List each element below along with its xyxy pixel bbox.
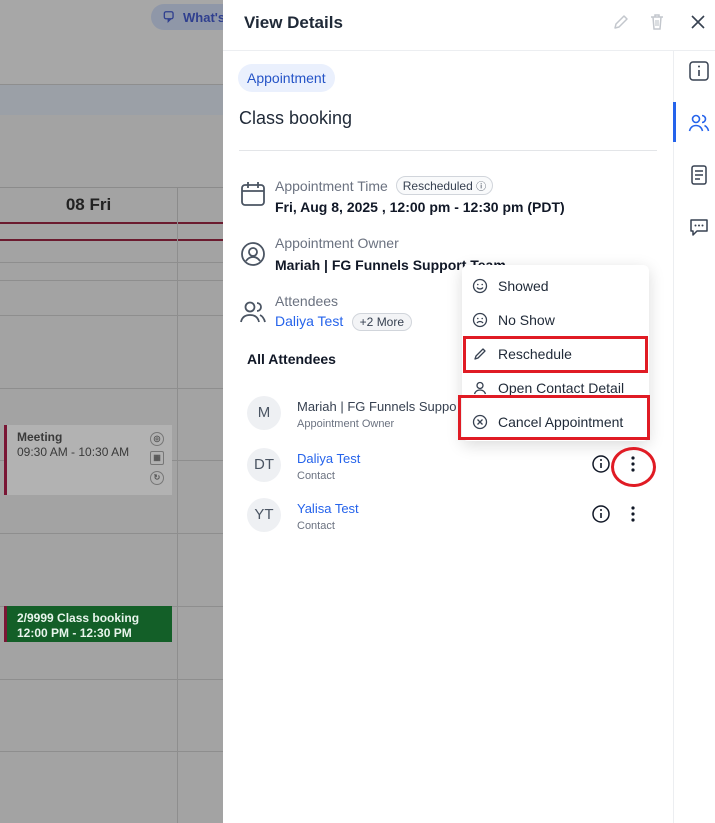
grid-line <box>0 315 223 316</box>
avatar: M <box>247 396 281 430</box>
chat-tab-icon[interactable] <box>688 216 710 238</box>
calendar-topbar: What's <box>0 0 223 85</box>
grid-line <box>0 679 223 680</box>
info-icon[interactable] <box>591 454 611 474</box>
calendar-event-meeting[interactable]: Meeting 09:30 AM - 10:30 AM ◎ ▦ ↻ <box>4 425 172 495</box>
highlight-reschedule <box>463 336 648 373</box>
attendee-row: DT Daliya Test Contact <box>247 448 667 488</box>
grid-line <box>0 533 223 534</box>
attendee-role: Contact <box>297 520 335 532</box>
smile-icon <box>472 278 488 294</box>
day-header: 08 Fri <box>0 187 223 223</box>
highlight-cancel-appointment <box>458 395 650 440</box>
edit-icon[interactable] <box>611 12 631 32</box>
avatar: DT <box>247 448 281 482</box>
attendee-row: YT Yalisa Test Contact <box>247 498 667 538</box>
menu-item-label: Showed <box>498 278 549 294</box>
appointment-time-label: Appointment Time Rescheduled ⓘ <box>275 176 494 195</box>
frown-icon <box>472 312 488 328</box>
current-time-line <box>0 239 223 241</box>
menu-item-label: Open Contact Detail <box>498 380 625 396</box>
panel-title: View Details <box>244 13 343 32</box>
recurring-icon: ↻ <box>150 471 164 485</box>
delete-icon[interactable] <box>647 12 667 32</box>
calendar-icon: ▦ <box>150 451 164 465</box>
attendee-link[interactable]: Daliya Test <box>275 313 343 329</box>
whats-new-label: What's <box>183 9 223 25</box>
notes-tab-icon[interactable] <box>688 164 710 186</box>
divider <box>239 150 657 151</box>
info-icon[interactable] <box>591 504 611 524</box>
current-time-line <box>0 222 223 224</box>
active-tab-indicator <box>673 102 676 142</box>
users-tab-icon[interactable] <box>688 112 710 134</box>
menu-item-showed[interactable]: Showed <box>472 274 647 298</box>
location-icon: ◎ <box>150 432 164 446</box>
event-title: 2/9999 Class booking <box>17 611 140 625</box>
attendee-name[interactable]: Yalisa Test <box>297 501 359 516</box>
info-tab-icon[interactable] <box>688 60 710 82</box>
day-label[interactable]: 08 Fri <box>0 188 178 222</box>
attendees-summary: Daliya Test +2 More <box>275 313 413 331</box>
appointment-owner-label: Appointment Owner <box>275 235 399 251</box>
menu-item-label: No Show <box>498 312 555 328</box>
appointment-time-value: Fri, Aug 8, 2025 , 12:00 pm - 12:30 pm (… <box>275 199 565 215</box>
appointment-type-pill: Appointment <box>238 64 335 92</box>
event-time: 09:30 AM - 10:30 AM <box>17 445 130 459</box>
user-icon <box>473 381 487 395</box>
calendar-event-class-booking[interactable]: 2/9999 Class booking 12:00 PM - 12:30 PM <box>4 606 172 642</box>
attendee-role: Appointment Owner <box>297 418 395 430</box>
grid-line <box>0 280 223 281</box>
users-icon <box>240 301 266 323</box>
user-circle-icon <box>241 242 265 266</box>
panel-header: View Details <box>223 0 715 51</box>
event-title: Meeting <box>17 430 63 444</box>
attendee-role: Contact <box>297 470 335 482</box>
whats-new-button[interactable]: What's <box>151 4 223 30</box>
close-icon[interactable] <box>688 12 708 32</box>
appointment-time-label-text: Appointment Time <box>275 178 388 194</box>
appointment-name: Class booking <box>239 108 353 128</box>
menu-item-no-show[interactable]: No Show <box>472 308 647 332</box>
highlight-more-options <box>611 447 656 487</box>
grid-line <box>0 262 223 263</box>
chat-icon <box>163 11 174 23</box>
more-attendees-badge[interactable]: +2 More <box>351 313 413 331</box>
calendar-icon <box>241 182 265 206</box>
grid-line <box>177 221 178 823</box>
all-attendees-heading: All Attendees <box>247 351 336 367</box>
grid-line <box>0 388 223 389</box>
attendee-name[interactable]: Daliya Test <box>297 451 360 466</box>
more-options-icon[interactable] <box>623 504 643 524</box>
event-time: 12:00 PM - 12:30 PM <box>17 626 132 640</box>
info-icon: ⓘ <box>476 182 487 193</box>
avatar: YT <box>247 498 281 532</box>
attendee-name: Mariah | FG Funnels Suppo <box>297 399 457 414</box>
side-rail <box>673 50 715 823</box>
calendar-background: What's 08 Fri Meeting 09:30 AM - 10:30 A… <box>0 0 223 823</box>
calendar-band <box>0 85 223 115</box>
grid-line <box>0 751 223 752</box>
status-badge-text: Rescheduled <box>402 179 473 193</box>
attendees-label: Attendees <box>275 293 339 309</box>
status-badge: Rescheduled ⓘ <box>395 176 494 195</box>
